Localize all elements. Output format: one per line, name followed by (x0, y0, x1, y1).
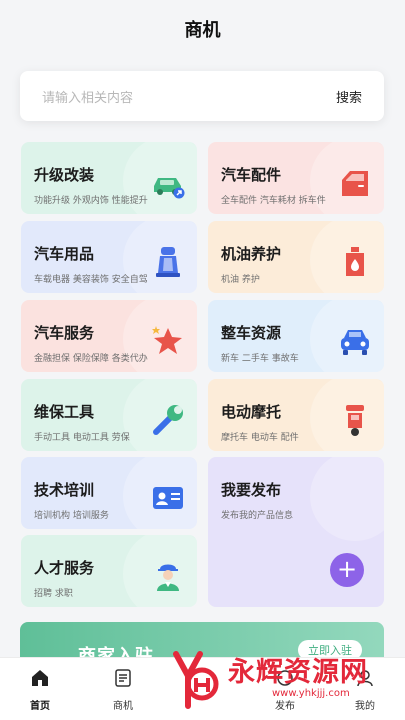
card-subtitle: 新车 二手车 事故车 (221, 354, 299, 364)
card-title: 汽车用品 (34, 245, 95, 263)
top-bar: 商机 (0, 0, 405, 58)
card-subtitle: 手动工具 电动工具 劳保 (34, 433, 130, 443)
card-title: 汽车服务 (34, 324, 95, 342)
category-card-talent[interactable]: 人才服务 招聘 求职 (21, 535, 197, 607)
card-subtitle: 招聘 求职 (34, 589, 73, 599)
category-card-tools[interactable]: 维保工具 手动工具 电动工具 劳保 (21, 379, 197, 451)
card-title: 技术培训 (34, 481, 95, 499)
card-title: 整车资源 (221, 324, 282, 342)
list-icon (115, 669, 131, 687)
category-card-vehicles[interactable]: 整车资源 新车 二手车 事故车 (208, 300, 384, 372)
card-title: 我要发布 (221, 481, 282, 499)
category-card-training[interactable]: 技术培训 培训机构 培训服务 (21, 457, 197, 529)
category-card-service[interactable]: 汽车服务 金融担保 保险保障 各类代办 (21, 300, 197, 372)
watermark: 永辉资源网 www.yhkjjj.com (160, 640, 400, 720)
card-subtitle: 全车配件 汽车耗材 拆车件 (221, 196, 326, 206)
home-icon (32, 670, 48, 686)
card-title: 维保工具 (34, 403, 95, 421)
card-subtitle: 车载电器 美容装饰 安全自驾 (34, 275, 148, 285)
category-card-publish[interactable]: 我要发布 发布我的产品信息 + (208, 457, 384, 607)
card-subtitle: 金融担保 保险保障 各类代办 (34, 354, 148, 364)
card-title: 升级改装 (34, 166, 95, 184)
search-button[interactable]: 搜索 (336, 87, 362, 106)
tab-business[interactable]: 商机 (93, 668, 153, 712)
tab-label: 商机 (113, 701, 133, 712)
category-card-parts[interactable]: 汽车配件 全车配件 汽车耗材 拆车件 (208, 142, 384, 214)
category-card-upgrade[interactable]: 升级改装 功能升级 外观内饰 性能提升 (21, 142, 197, 214)
category-card-supplies[interactable]: 汽车用品 车载电器 美容装饰 安全自驾 (21, 221, 197, 293)
card-title: 人才服务 (34, 559, 95, 577)
search-box[interactable]: 请输入相关内容 搜索 (20, 71, 384, 121)
card-subtitle: 机油 养护 (221, 275, 260, 285)
search-input[interactable]: 请输入相关内容 (42, 87, 336, 106)
card-subtitle: 培训机构 培训服务 (34, 511, 109, 521)
watermark-url: www.yhkjjj.com (272, 688, 350, 699)
card-title: 机油养护 (221, 245, 282, 263)
category-card-oil[interactable]: 机油养护 机油 养护 (208, 221, 384, 293)
card-title: 汽车配件 (221, 166, 282, 184)
card-subtitle: 发布我的产品信息 (221, 511, 294, 521)
page-title: 商机 (184, 20, 221, 41)
card-title: 电动摩托 (221, 403, 282, 421)
card-subtitle: 功能升级 外观内饰 性能提升 (34, 196, 148, 206)
watermark-text: 永辉资源网 (228, 657, 368, 688)
tab-home[interactable]: 首页 (10, 668, 70, 712)
card-subtitle: 摩托车 电动车 配件 (221, 433, 299, 443)
category-card-moto[interactable]: 电动摩托 摩托车 电动车 配件 (208, 379, 384, 451)
publish-plus-button[interactable]: + (330, 553, 364, 587)
tab-label: 首页 (30, 701, 50, 712)
watermark-logo-icon (173, 651, 219, 709)
